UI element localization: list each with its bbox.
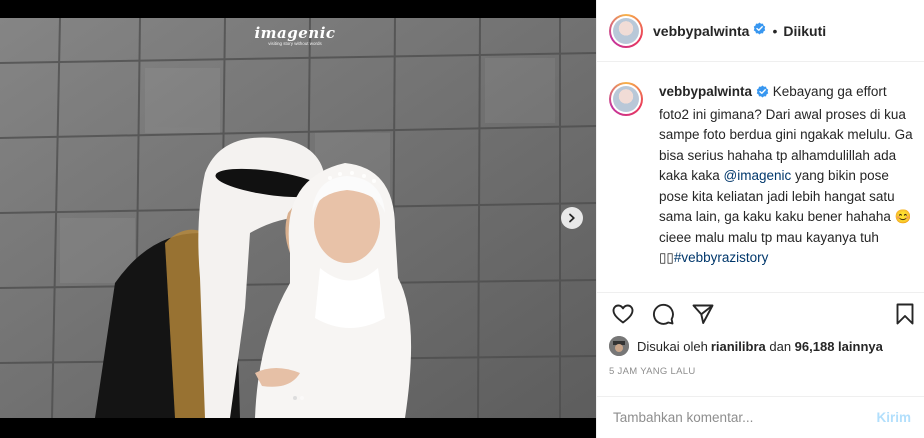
comments-section: vebbypalwinta Kebayang ga effort foto2 i… xyxy=(597,62,924,292)
share-button[interactable] xyxy=(691,302,715,331)
liker-avatar-image xyxy=(609,336,629,356)
caption-avatar[interactable] xyxy=(609,82,643,116)
caption-text: vebbypalwinta Kebayang ga effort foto2 i… xyxy=(659,84,913,265)
post-header: vebbypalwinta • Diikuti xyxy=(597,0,924,62)
post-timestamp[interactable]: 5 JAM YANG LALU xyxy=(609,366,696,377)
bookmark-icon xyxy=(896,303,914,325)
avatar-image xyxy=(613,17,639,44)
likes-middle: dan xyxy=(765,338,795,354)
caption-username[interactable]: vebbypalwinta xyxy=(659,84,752,99)
caption-avatar-image xyxy=(613,86,639,112)
avatar-ring-inner xyxy=(611,15,641,46)
carousel-dot-active xyxy=(292,396,297,400)
share-icon xyxy=(692,304,714,324)
caption-emoji-boxes: ▯▯ xyxy=(659,250,674,265)
add-comment-form: Kirim xyxy=(597,396,924,438)
following-button[interactable]: Diikuti xyxy=(783,23,826,39)
action-bar xyxy=(597,292,924,332)
profile-avatar[interactable] xyxy=(609,13,643,48)
verified-badge-icon xyxy=(753,22,766,40)
post-media: imagenic visiting story without words xyxy=(0,0,596,438)
photo-image xyxy=(0,18,596,418)
liker-username[interactable]: rianilibra xyxy=(711,339,766,354)
carousel-indicator xyxy=(0,396,596,400)
like-button[interactable] xyxy=(611,302,635,331)
caption-avatar-ring-inner xyxy=(611,84,641,114)
post-details-panel: vebbypalwinta • Diikuti vebbypalwinta Ke… xyxy=(596,0,924,438)
photographer-watermark: imagenic visiting story without words xyxy=(240,24,350,46)
caption: vebbypalwinta Kebayang ga effort foto2 i… xyxy=(609,82,913,269)
post-comment-button[interactable]: Kirim xyxy=(876,410,911,425)
watermark-tagline: visiting story without words xyxy=(268,41,322,46)
header-username[interactable]: vebbypalwinta xyxy=(653,23,749,39)
post-photo[interactable]: imagenic visiting story without words xyxy=(0,18,596,418)
comment-input[interactable] xyxy=(611,409,877,426)
save-button[interactable] xyxy=(893,302,917,331)
heart-icon xyxy=(612,304,634,324)
liker-avatar[interactable] xyxy=(609,336,629,356)
caption-mention-link[interactable]: @imagenic xyxy=(724,168,792,183)
carousel-dot xyxy=(299,396,304,400)
caption-body: vebbypalwinta Kebayang ga effort foto2 i… xyxy=(659,82,913,269)
likes-prefix: Disukai oleh xyxy=(637,338,708,354)
chevron-right-icon xyxy=(569,213,575,223)
carousel-next-button[interactable] xyxy=(561,207,583,229)
verified-badge-icon xyxy=(756,84,769,105)
comment-button[interactable] xyxy=(651,302,675,331)
likes-count[interactable]: 96,188 lainnya xyxy=(795,339,883,354)
header-separator: • xyxy=(772,22,778,39)
likes-summary: Disukai oleh rianilibra dan 96,188 lainn… xyxy=(609,336,883,356)
watermark-logo: imagenic xyxy=(254,24,336,42)
comment-icon xyxy=(652,303,674,325)
caption-hashtag-link[interactable]: #vebbyrazistory xyxy=(674,250,769,265)
